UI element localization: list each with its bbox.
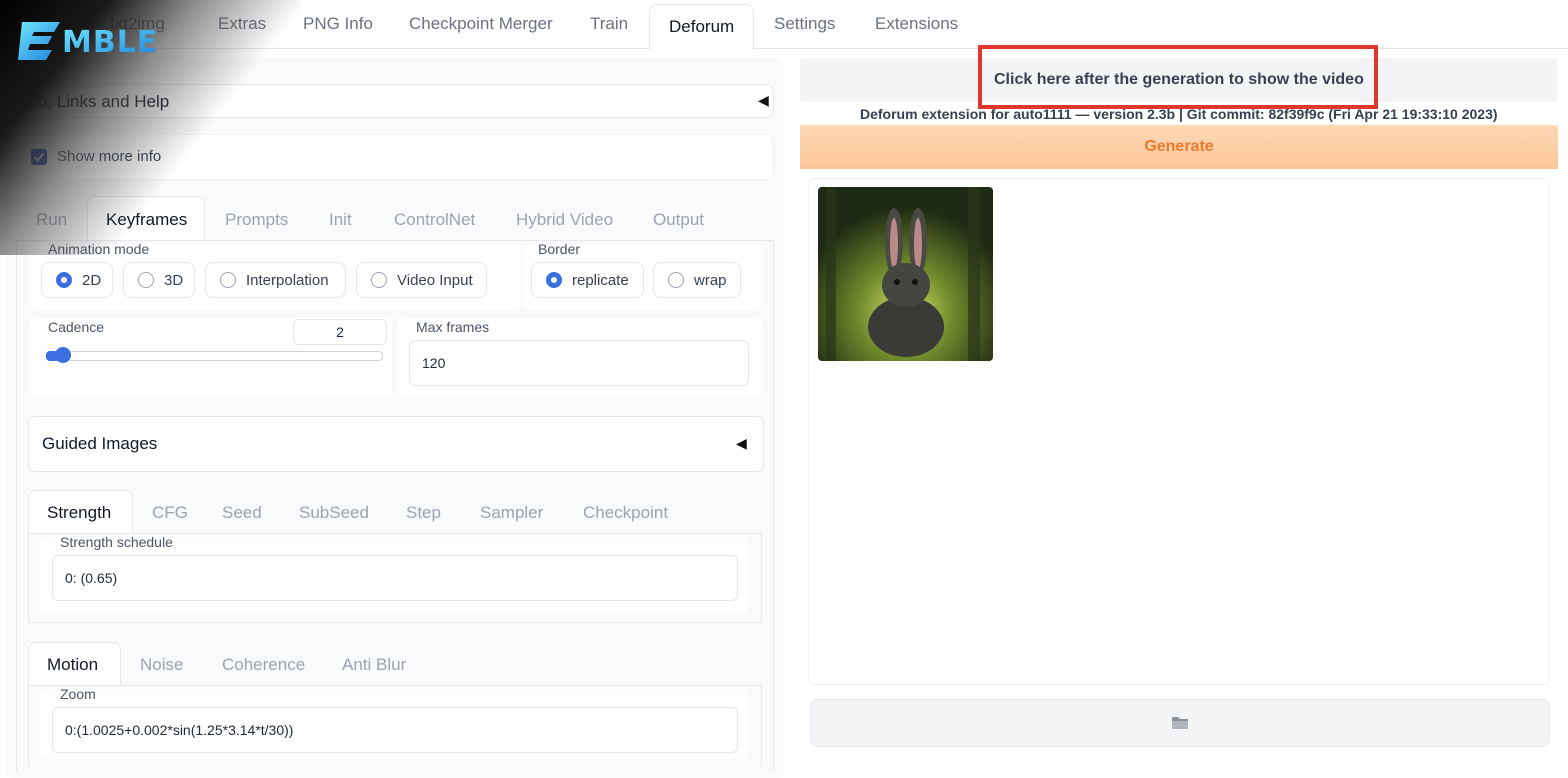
- radio-dot: [668, 272, 684, 288]
- radio-dot: [138, 272, 154, 288]
- radio-3d[interactable]: 3D: [123, 262, 195, 298]
- radio-dot: [220, 272, 236, 288]
- cadence-number-input[interactable]: 2: [293, 319, 387, 345]
- rabbit-image: [818, 187, 993, 361]
- emble-logo: MBLE: [18, 18, 178, 67]
- guided-images-title: Guided Images: [42, 434, 158, 453]
- show-more-info-row: Show more info: [14, 134, 774, 180]
- tab-extras[interactable]: Extras: [218, 14, 266, 34]
- strength-schedule-label: Strength schedule: [60, 534, 173, 550]
- border-label: Border: [538, 241, 581, 257]
- info-accordion-title: Info, Links and Help: [19, 92, 170, 111]
- checkmark-icon: [33, 153, 45, 162]
- tab-anti-blur[interactable]: Anti Blur: [342, 655, 406, 675]
- guided-images-accordion[interactable]: Guided Images ◀: [28, 416, 764, 472]
- radio-dot: [371, 272, 387, 288]
- radio-label: Interpolation: [246, 272, 329, 289]
- max-frames-input[interactable]: 120: [409, 340, 749, 386]
- radio-label: replicate: [572, 272, 629, 289]
- radio-label: wrap: [694, 272, 727, 289]
- show-more-info-checkbox[interactable]: [31, 149, 47, 165]
- tab-extensions[interactable]: Extensions: [875, 14, 958, 34]
- tab-init[interactable]: Init: [329, 210, 352, 230]
- zoom-input[interactable]: 0:(1.0025+0.002*sin(1.25*3.14*t/30)): [52, 707, 738, 753]
- triangle-left-icon: ◀: [758, 92, 769, 108]
- radio-2d[interactable]: 2D: [41, 262, 113, 298]
- radio-wrap[interactable]: wrap: [653, 262, 741, 298]
- cadence-slider-track[interactable]: [46, 351, 383, 361]
- tab-strength[interactable]: Strength: [47, 503, 111, 523]
- folder-icon: [1172, 717, 1188, 729]
- cadence-label: Cadence: [48, 319, 105, 335]
- tab-deforum[interactable]: Deforum: [649, 4, 755, 50]
- tab-step[interactable]: Step: [406, 503, 441, 523]
- tab-checkpoint[interactable]: Checkpoint: [583, 503, 668, 523]
- radio-label: Video Input: [397, 272, 473, 289]
- max-frames-label: Max frames: [416, 319, 490, 335]
- radio-label: 2D: [82, 272, 102, 289]
- tab-output[interactable]: Output: [653, 210, 704, 230]
- strength-schedule-input[interactable]: 0: (0.65): [52, 555, 738, 601]
- info-accordion[interactable]: Info, Links and Help ◀: [14, 84, 774, 118]
- radio-replicate[interactable]: replicate: [531, 262, 644, 298]
- show-video-button-label: Click here after the generation to show …: [994, 71, 1364, 88]
- radio-label: 3D: [164, 272, 184, 289]
- tab-png-info[interactable]: PNG Info: [303, 14, 373, 34]
- tab-checkpoint-merger[interactable]: Checkpoint Merger: [409, 14, 553, 34]
- tab-keyframes[interactable]: Keyframes: [106, 210, 187, 230]
- output-image-thumbnail[interactable]: [818, 187, 993, 361]
- tab-prompts[interactable]: Prompts: [225, 210, 288, 230]
- tab-sampler[interactable]: Sampler: [480, 503, 543, 523]
- radio-dot: [56, 272, 72, 288]
- zoom-label: Zoom: [60, 686, 96, 702]
- tab-hybrid-video[interactable]: Hybrid Video: [516, 210, 613, 230]
- tab-noise[interactable]: Noise: [140, 655, 183, 675]
- triangle-left-icon: ◀: [736, 435, 747, 451]
- top-tab-bar: txt2img Extras PNG Info Checkpoint Merge…: [0, 0, 1568, 50]
- radio-dot: [546, 272, 562, 288]
- tab-run[interactable]: Run: [36, 210, 67, 230]
- svg-text:MBLE: MBLE: [62, 25, 158, 60]
- version-text: Deforum extension for auto1111 — version…: [860, 106, 1498, 122]
- animation-mode-label: Animation mode: [48, 241, 150, 257]
- tab-coherence[interactable]: Coherence: [222, 655, 305, 675]
- radio-video-input[interactable]: Video Input: [356, 262, 487, 298]
- tab-cfg[interactable]: CFG: [152, 503, 188, 523]
- radio-interpolation[interactable]: Interpolation: [205, 262, 346, 298]
- folder-button[interactable]: [810, 699, 1550, 747]
- tab-subseed[interactable]: SubSeed: [299, 503, 369, 523]
- tab-motion[interactable]: Motion: [47, 655, 98, 675]
- show-more-info-label: Show more info: [57, 148, 162, 165]
- tab-seed[interactable]: Seed: [222, 503, 262, 523]
- tab-settings[interactable]: Settings: [774, 14, 835, 34]
- tab-controlnet[interactable]: ControlNet: [394, 210, 475, 230]
- tab-train[interactable]: Train: [590, 14, 628, 34]
- generate-button[interactable]: Generate: [800, 125, 1558, 169]
